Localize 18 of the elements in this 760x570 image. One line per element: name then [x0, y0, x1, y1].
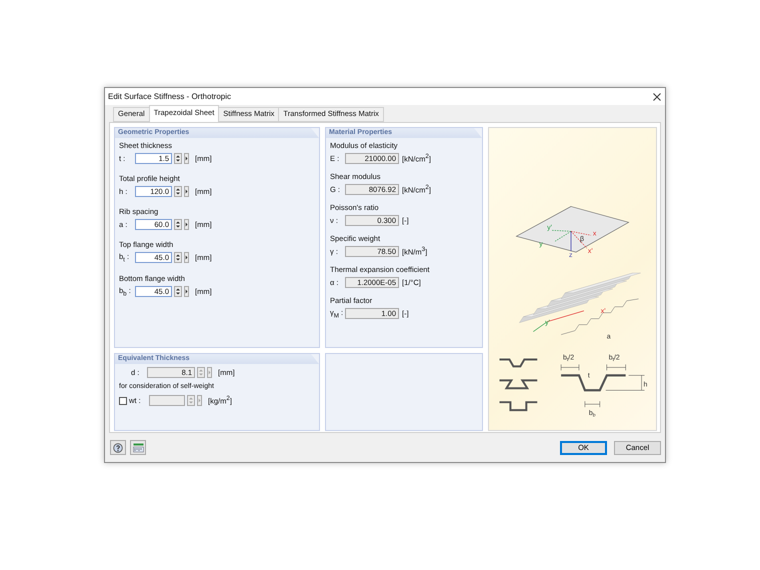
- caret-icon[interactable]: [184, 252, 189, 264]
- units-button[interactable]: [130, 440, 146, 455]
- ruler-icon: [132, 442, 144, 452]
- checkbox[interactable]: [119, 396, 127, 404]
- spin-arrows-icon[interactable]: [174, 252, 182, 264]
- window-title: Edit Surface Stiffness - Orthotropic: [108, 92, 232, 101]
- close-icon[interactable]: [653, 92, 661, 100]
- caret-icon[interactable]: [184, 186, 189, 197]
- caret-icon[interactable]: [184, 286, 189, 297]
- help-button[interactable]: [110, 440, 126, 455]
- input-field[interactable]: [149, 395, 185, 406]
- help-icon: [113, 442, 123, 452]
- caret-icon[interactable]: [184, 153, 189, 164]
- spin-arrows-icon[interactable]: [174, 153, 182, 164]
- spin-arrows-icon[interactable]: [174, 219, 182, 230]
- caret-icon[interactable]: [184, 219, 189, 230]
- spin-arrows-icon[interactable]: [174, 186, 182, 197]
- spin-arrows-icon[interactable]: [174, 286, 182, 297]
